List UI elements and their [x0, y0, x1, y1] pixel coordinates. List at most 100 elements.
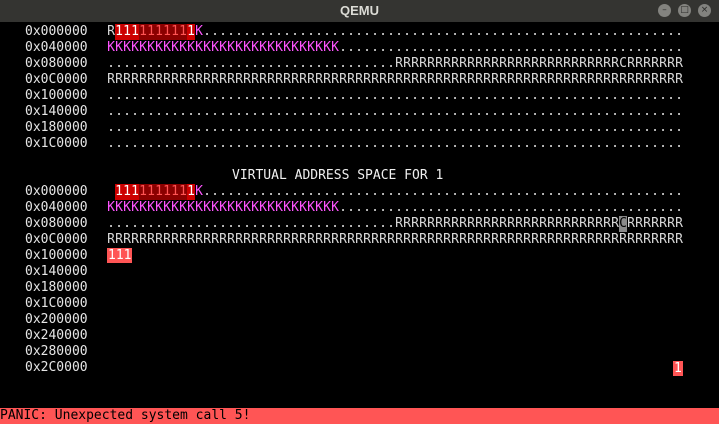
page-cell: . [171, 136, 179, 151]
page-cell: . [155, 136, 163, 151]
page-cell: . [139, 136, 147, 151]
page-cell: . [267, 104, 275, 119]
page-cell: . [243, 120, 251, 135]
page-cell: . [659, 136, 667, 151]
page-cell: . [539, 88, 547, 103]
page-cell: R [411, 216, 419, 231]
memory-row-address: 0x100000 [25, 88, 88, 103]
page-cell: . [595, 40, 603, 55]
page-cell: . [339, 56, 347, 71]
page-cell: . [219, 24, 227, 39]
page-cell: . [347, 136, 355, 151]
page-cell: R [171, 232, 179, 247]
page-cell: . [179, 216, 187, 231]
page-cell: . [339, 88, 347, 103]
page-cell: R [675, 72, 683, 87]
page-cell: . [483, 104, 491, 119]
page-cell: . [211, 136, 219, 151]
maximize-button[interactable]: □ [678, 4, 691, 17]
page-cell: . [555, 136, 563, 151]
page-cell: . [195, 56, 203, 71]
page-cell: R [323, 72, 331, 87]
page-cell: . [339, 40, 347, 55]
page-cell: R [563, 72, 571, 87]
page-cell: . [187, 88, 195, 103]
page-cell: . [283, 24, 291, 39]
page-cell: R [475, 72, 483, 87]
page-cell: . [603, 136, 611, 151]
page-cell: R [427, 72, 435, 87]
page-cell: . [427, 88, 435, 103]
page-cell: . [651, 136, 659, 151]
page-cell: . [651, 40, 659, 55]
page-cell: . [435, 120, 443, 135]
page-cell: R [619, 232, 627, 247]
page-cell: R [107, 24, 115, 39]
page-cell: R [147, 232, 155, 247]
page-cell: . [339, 184, 347, 199]
page-cell: . [323, 216, 331, 231]
qemu-screen[interactable]: 0x000000 R1111111111K....................… [0, 22, 719, 408]
page-cell: . [107, 88, 115, 103]
page-cell: . [571, 40, 579, 55]
page-cell: . [203, 120, 211, 135]
page-cell: . [571, 120, 579, 135]
page-cell: . [163, 120, 171, 135]
page-cell: R [163, 232, 171, 247]
page-cell: . [619, 136, 627, 151]
page-cell: . [355, 200, 363, 215]
page-cell: . [163, 216, 171, 231]
page-cell: . [459, 120, 467, 135]
page-cell: . [515, 136, 523, 151]
page-cell: . [307, 184, 315, 199]
page-cell: . [675, 40, 683, 55]
memory-row-cells: .1111111111K............................… [107, 184, 683, 200]
close-button[interactable]: × [698, 4, 711, 17]
page-cell: . [515, 200, 523, 215]
page-cell: . [219, 56, 227, 71]
page-cell: . [515, 24, 523, 39]
page-cell: . [579, 184, 587, 199]
page-cell: . [387, 216, 395, 231]
page-cell: . [203, 88, 211, 103]
page-cell: . [315, 184, 323, 199]
page-cell: 1 [187, 24, 195, 40]
page-cell: K [299, 40, 307, 55]
page-cell: . [299, 104, 307, 119]
page-cell: . [331, 104, 339, 119]
page-cell: . [523, 120, 531, 135]
page-cell: . [379, 200, 387, 215]
page-cell: . [251, 88, 259, 103]
page-cell: R [355, 72, 363, 87]
page-cell: . [579, 200, 587, 215]
page-cell: . [443, 40, 451, 55]
page-cell: R [427, 56, 435, 71]
page-cell: . [195, 104, 203, 119]
page-cell: . [379, 56, 387, 71]
page-cell: R [539, 56, 547, 71]
page-cell: R [259, 232, 267, 247]
page-cell: R [443, 56, 451, 71]
page-cell: . [523, 40, 531, 55]
page-cell: R [563, 232, 571, 247]
page-cell: . [251, 120, 259, 135]
page-cell: . [667, 24, 675, 39]
title-bar: QEMU – □ × [0, 0, 719, 22]
page-cell: . [587, 184, 595, 199]
page-cell: K [211, 40, 219, 55]
page-cell: . [371, 136, 379, 151]
page-cell: . [403, 40, 411, 55]
page-cell: . [115, 136, 123, 151]
page-cell: . [243, 136, 251, 151]
page-cell: R [555, 56, 563, 71]
page-cell: R [275, 232, 283, 247]
page-cell: . [219, 184, 227, 199]
page-cell: K [147, 40, 155, 55]
page-cell: . [427, 184, 435, 199]
page-cell: R [403, 72, 411, 87]
page-cell: . [227, 56, 235, 71]
minimize-button[interactable]: – [658, 4, 671, 17]
page-cell: R [315, 72, 323, 87]
page-cell: R [275, 72, 283, 87]
page-cell: K [195, 184, 203, 199]
